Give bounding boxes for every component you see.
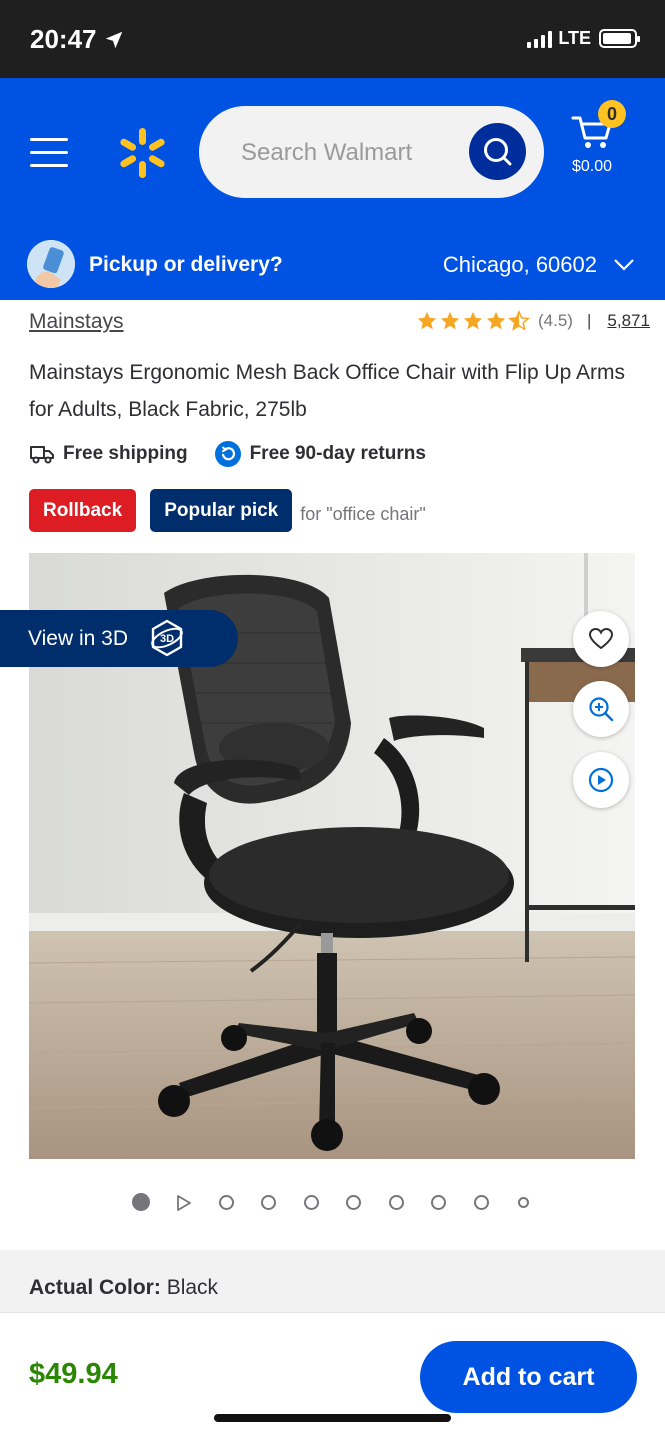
rating-stars — [416, 310, 530, 332]
video-button[interactable] — [573, 752, 629, 808]
returns-icon — [214, 441, 241, 467]
brand-link[interactable]: Mainstays — [29, 310, 124, 334]
cart-count-badge: 0 — [598, 100, 626, 128]
price: $49.94 — [29, 1358, 118, 1390]
pickup-label: Pickup or delivery? — [89, 253, 283, 276]
carousel-video-icon[interactable] — [176, 1194, 192, 1212]
cart-total: $0.00 — [572, 158, 613, 175]
actual-color-value: Black — [166, 1276, 219, 1299]
play-icon — [588, 767, 614, 793]
popular-pick-badge: Popular pick — [150, 489, 293, 532]
carousel-dot[interactable] — [389, 1195, 404, 1210]
view-in-3d-label: View in 3D — [28, 627, 128, 650]
menu-button[interactable] — [30, 138, 70, 168]
pickup-bar[interactable]: Pickup or delivery? Chicago, 60602 — [0, 228, 665, 300]
network-label: LTE — [558, 28, 591, 48]
carousel-dot[interactable] — [219, 1195, 234, 1210]
svg-text:3D: 3D — [160, 633, 174, 645]
badges-row: Rollback Popular pick for "office chair" — [29, 489, 426, 532]
carousel-dot[interactable] — [474, 1195, 489, 1210]
location-selector[interactable]: Chicago, 60602 — [443, 252, 635, 278]
half-star-icon — [508, 310, 530, 331]
location-arrow-icon — [105, 31, 122, 49]
heart-icon — [588, 627, 614, 650]
star-icon — [417, 311, 437, 330]
rollback-badge: Rollback — [29, 489, 137, 532]
carousel-dot-active[interactable] — [132, 1193, 150, 1211]
home-indicator[interactable] — [214, 1414, 451, 1422]
free-returns-label: Free 90-day returns — [249, 443, 426, 464]
rating-separator: | — [586, 311, 592, 330]
status-indicators: LTE — [527, 28, 640, 49]
actual-color: Actual Color: Black — [29, 1276, 218, 1300]
carousel-dot[interactable] — [261, 1195, 276, 1210]
search-placeholder: Search Walmart — [241, 139, 413, 166]
favorite-button[interactable] — [573, 611, 629, 667]
signal-icon — [527, 30, 553, 48]
star-icon — [440, 311, 460, 330]
location-label: Chicago, 60602 — [442, 252, 597, 277]
pickup-icon — [27, 240, 75, 288]
status-time: 20:47 — [30, 24, 125, 55]
rating-value: (4.5) — [538, 311, 573, 330]
zoom-button[interactable] — [573, 681, 629, 737]
zoom-icon — [589, 697, 614, 722]
battery-icon — [599, 29, 640, 48]
header: Search Walmart 0 $0.00 — [0, 78, 665, 228]
walmart-spark-icon[interactable] — [115, 126, 169, 180]
search-icon — [483, 137, 511, 165]
view-in-3d-button[interactable]: View in 3D 3D — [0, 610, 238, 667]
status-bar: 20:47 LTE — [0, 0, 665, 78]
carousel-dot[interactable] — [518, 1197, 529, 1208]
image-carousel-dots — [0, 1190, 665, 1216]
carousel-dot[interactable] — [304, 1195, 319, 1210]
search-button[interactable] — [469, 123, 526, 180]
perks-row: Free shipping Free 90-day returns — [29, 440, 452, 468]
carousel-dot[interactable] — [431, 1195, 446, 1210]
search-input[interactable]: Search Walmart — [199, 106, 544, 198]
free-shipping-label: Free shipping — [63, 443, 188, 464]
actual-color-label: Actual Color: — [29, 1276, 161, 1299]
star-icon — [486, 311, 506, 330]
free-shipping: Free shipping — [29, 443, 188, 465]
free-returns: Free 90-day returns — [214, 440, 426, 468]
rating[interactable]: (4.5) | 5,871 — [416, 310, 650, 332]
actual-color-row: Actual Color: Black — [0, 1250, 665, 1312]
popular-pick-note: for "office chair" — [300, 504, 426, 524]
star-icon — [463, 311, 483, 330]
cart-button[interactable]: 0 $0.00 — [566, 100, 626, 188]
chevron-down-icon — [614, 259, 634, 271]
review-count-link[interactable]: 5,871 — [607, 311, 650, 331]
add-to-cart-button[interactable]: Add to cart — [420, 1341, 637, 1413]
3d-icon: 3D — [151, 619, 183, 657]
truck-icon — [30, 446, 54, 464]
product-title: Mainstays Ergonomic Mesh Back Office Cha… — [29, 361, 625, 421]
carousel-dot[interactable] — [346, 1195, 361, 1210]
